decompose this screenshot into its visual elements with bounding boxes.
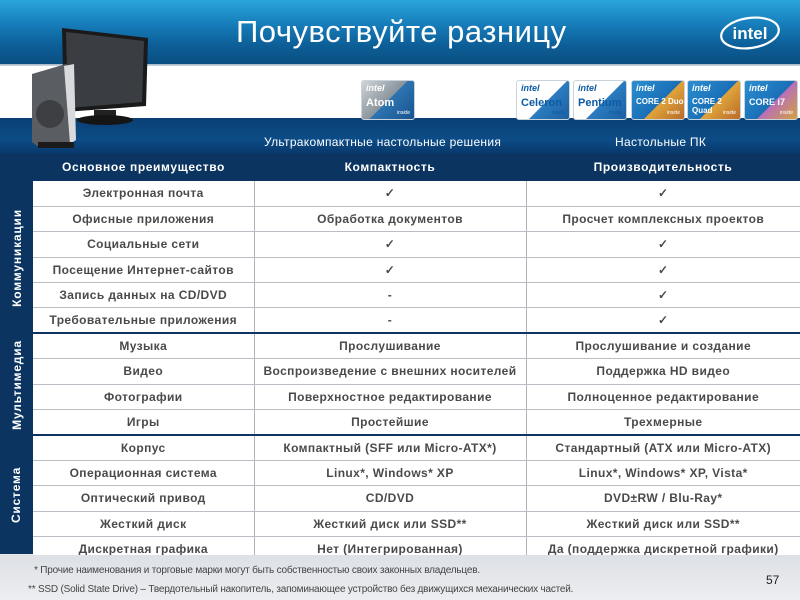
- cell-advantage: Игры: [33, 409, 255, 436]
- table-row: Социальные сети ✓ ✓: [33, 231, 800, 258]
- cell-performance: Просчет комплексных проектов: [526, 206, 800, 233]
- cell-performance: Трехмерные: [526, 409, 800, 436]
- core2duo-badge: intel CORE 2 Duo inside: [631, 80, 685, 120]
- page-number: 57: [766, 573, 780, 587]
- cell-advantage: Видео: [33, 358, 255, 385]
- cell-compact: CD/DVD: [254, 485, 527, 512]
- table-row: Требовательные приложения - ✓: [33, 307, 800, 335]
- cell-compact: Жесткий диск или SSD**: [254, 511, 527, 537]
- table-row: Оптический привод CD/DVD DVD±RW / Blu-Ray*: [33, 485, 800, 512]
- table-row: Электронная почта ✓ ✓: [33, 181, 800, 207]
- intel-logo-text: intel: [733, 24, 768, 43]
- cell-performance: DVD±RW / Blu-Ray*: [526, 485, 800, 512]
- cell-compact: Воспроизведение с внешних носителей: [254, 358, 527, 385]
- mini-pc-image: [32, 64, 76, 148]
- table-row: Офисные приложения Обработка документов Пр…: [33, 206, 800, 233]
- core2quad-badge: intel CORE 2 Quad inside: [687, 80, 741, 120]
- table-row: Музыка Прослушивание Прослушивание и созда…: [33, 333, 800, 360]
- pentium-badge: intel Pentium inside: [573, 80, 627, 120]
- slide-title: Почувствуйте разницу: [236, 14, 567, 49]
- cell-compact: Прослушивание: [254, 333, 527, 360]
- cell-advantage: Фотографии: [33, 384, 255, 411]
- cell-compact: Обработка документов: [254, 206, 527, 233]
- atom-badge: intel Atom inside: [361, 80, 415, 120]
- cell-advantage: Запись данных на CD/DVD: [33, 282, 255, 309]
- table-row: Игры Простейшие Трехмерные: [33, 409, 800, 436]
- corei7-badge: intel CORE i7 inside: [744, 80, 798, 120]
- celeron-badge: intel Celeron inside: [516, 80, 570, 120]
- intel-logo: intel: [720, 16, 780, 50]
- cell-performance: Полноценное редактирование: [526, 384, 800, 411]
- group-label-system: Система: [9, 466, 24, 524]
- cell-compact: Поверхностное редактирование: [254, 384, 527, 411]
- cell-compact: ✓: [254, 257, 527, 284]
- cell-performance: ✓: [526, 181, 800, 207]
- cell-advantage: Требовательные приложения: [33, 307, 255, 335]
- cell-advantage: Электронная почта: [33, 181, 255, 207]
- cell-compact: ✓: [254, 231, 527, 258]
- segment-ultracompact: Ультракомпактные настольные решения: [264, 135, 502, 149]
- cell-performance: Linux*, Windows* XP, Vista*: [526, 460, 800, 487]
- table-row: Жесткий диск Жесткий диск или SSD** Жестки…: [33, 511, 800, 537]
- group-label-communications: Коммуникации: [9, 208, 24, 307]
- footnote-ssd: ** SSD (Solid State Drive) – Твердотельн…: [28, 584, 574, 595]
- cell-performance: Прослушивание и создание: [526, 333, 800, 360]
- table-row: Фотографии Поверхностное редактирование По…: [33, 384, 800, 411]
- cell-advantage: Посещение Интернет-сайтов: [33, 257, 255, 284]
- cell-compact: Простейшие: [254, 409, 527, 436]
- cell-performance: ✓: [526, 257, 800, 284]
- cell-compact: Linux*, Windows* XP: [254, 460, 527, 487]
- footnote-trademarks: * Прочие наименования и торговые марки м…: [34, 565, 480, 576]
- cell-performance: ✓: [526, 307, 800, 335]
- cell-compact: ✓: [254, 181, 527, 207]
- table-row: Запись данных на CD/DVD - ✓: [33, 282, 800, 309]
- cell-compact: -: [254, 307, 527, 335]
- cell-performance: Жесткий диск или SSD**: [526, 511, 800, 537]
- cell-compact: Компактный (SFF или Micro-ATX*): [254, 434, 527, 461]
- cell-advantage: Офисные приложения: [33, 206, 255, 233]
- cell-advantage: Корпус: [33, 434, 255, 461]
- cell-compact: -: [254, 282, 527, 309]
- table-row: Операционная система Linux*, Windows* XP L…: [33, 460, 800, 487]
- table-row: Корпус Компактный (SFF или Micro-ATX*) Ста…: [33, 434, 800, 461]
- cell-advantage: Музыка: [33, 333, 255, 360]
- cell-advantage: Жесткий диск: [33, 511, 255, 537]
- cell-performance: Поддержка HD видео: [526, 358, 800, 385]
- table-header: Основное преимущество Компактность Произ…: [0, 154, 800, 181]
- table-row: Видео Воспроизведение с внешних носителей…: [33, 358, 800, 385]
- table-row: Посещение Интернет-сайтов ✓ ✓: [33, 257, 800, 284]
- cell-advantage: Социальные сети: [33, 231, 255, 258]
- group-label-multimedia: Мультимедиа: [9, 340, 24, 430]
- cell-advantage: Оптический привод: [33, 485, 255, 512]
- cell-advantage: Операционная система: [33, 460, 255, 487]
- cell-performance: ✓: [526, 282, 800, 309]
- header-performance: Производительность: [593, 160, 733, 174]
- header-advantage: Основное преимущество: [62, 160, 225, 174]
- comparison-table: Электронная почта ✓ ✓ Офисные приложения Обр…: [33, 181, 800, 563]
- cell-performance: Стандартный (ATX или Micro-ATX): [526, 434, 800, 461]
- header-compact: Компактность: [344, 160, 436, 174]
- cell-performance: ✓: [526, 231, 800, 258]
- segment-desktop: Настольные ПК: [615, 135, 707, 149]
